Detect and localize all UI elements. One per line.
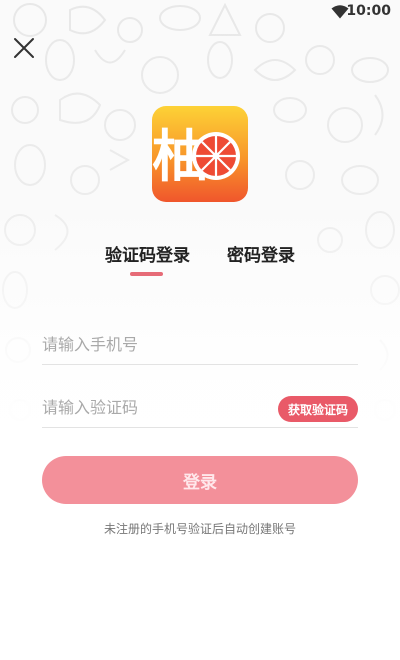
status-bar: 10:00 <box>0 0 400 26</box>
phone-input[interactable] <box>42 330 272 358</box>
register-hint: 未注册的手机号验证后自动创建账号 <box>103 522 296 536</box>
close-icon <box>14 38 34 58</box>
close-button[interactable] <box>10 34 38 62</box>
app-logo: 柚 <box>152 106 248 202</box>
phone-field <box>42 324 358 365</box>
tab-password-login[interactable]: 密码登录 <box>227 241 295 266</box>
code-input[interactable] <box>42 393 272 421</box>
code-field: 获取验证码 <box>42 387 358 428</box>
grapefruit-slice-icon <box>192 132 240 180</box>
login-tabs: 验证码登录 密码登录 <box>0 236 400 280</box>
tab-sms-login[interactable]: 验证码登录 <box>105 241 190 266</box>
get-code-button[interactable]: 获取验证码 <box>278 396 358 422</box>
login-button[interactable]: 登录 <box>42 456 358 504</box>
active-tab-indicator <box>130 272 163 276</box>
status-time: 10:00 <box>346 3 391 19</box>
